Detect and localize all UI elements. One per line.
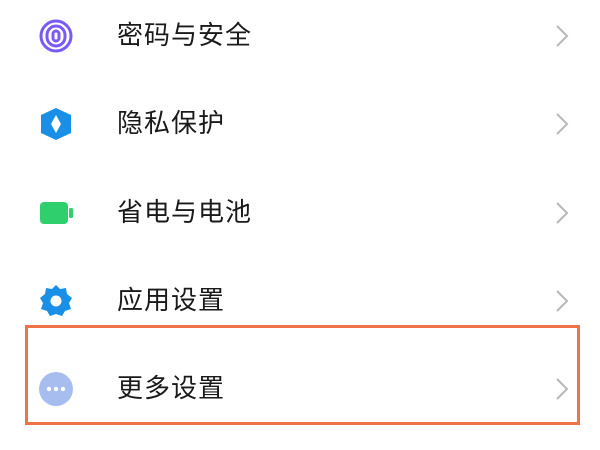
settings-item-app-settings[interactable]: 应用设置 [0, 257, 600, 345]
battery-icon [40, 202, 73, 224]
settings-item-label: 隐私保护 [117, 109, 226, 139]
settings-item-password-security[interactable]: 密码与安全 [0, 0, 600, 80]
settings-item-more-settings[interactable]: 更多设置 [0, 345, 600, 433]
chevron-right-icon [556, 378, 569, 400]
gear-icon [40, 285, 72, 316]
settings-item-label: 省电与电池 [117, 198, 253, 228]
settings-item-battery[interactable]: 省电与电池 [0, 169, 600, 257]
privacy-shield-icon [41, 108, 71, 140]
settings-item-label: 更多设置 [117, 374, 226, 404]
fingerprint-icon [39, 19, 73, 53]
chevron-right-icon [556, 202, 569, 224]
chevron-right-icon [556, 290, 569, 312]
settings-list: 密码与安全 隐私保护 省电与电池 应用设置 更多设置 [0, 0, 600, 450]
more-dots-icon [39, 372, 73, 406]
settings-item-label: 密码与安全 [117, 21, 253, 51]
chevron-right-icon [556, 25, 569, 47]
settings-item-label: 应用设置 [117, 286, 226, 316]
settings-item-privacy[interactable]: 隐私保护 [0, 80, 600, 168]
chevron-right-icon [556, 113, 569, 135]
